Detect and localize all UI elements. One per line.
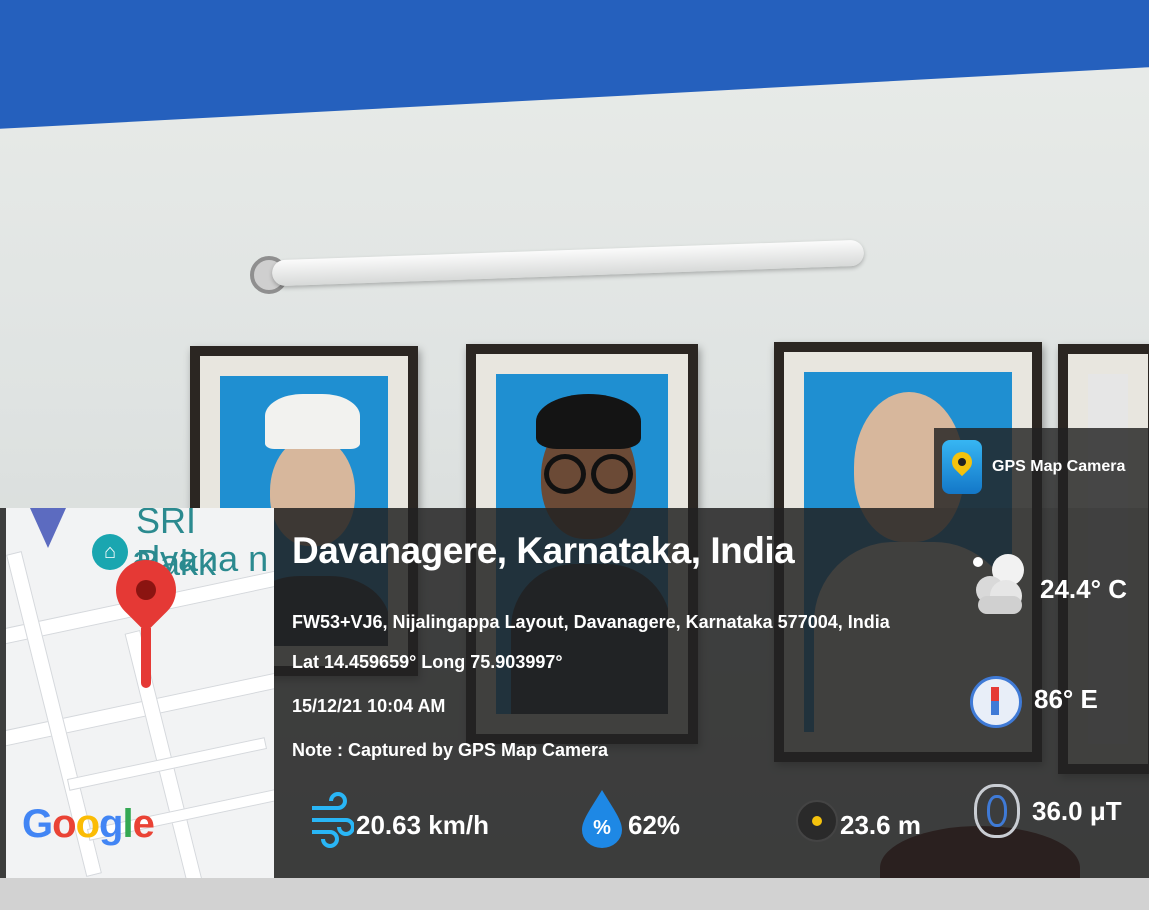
cloud-weather-icon <box>973 554 1024 614</box>
direction-value: 86° E <box>1034 684 1098 714</box>
magnet-field-icon <box>974 784 1020 838</box>
wind-icon <box>312 792 354 848</box>
bottom-edge <box>0 878 1149 910</box>
coordinates-line: Lat 14.459659° Long 75.903997° <box>292 652 563 672</box>
location-pin-tail <box>141 628 151 688</box>
tube-light <box>271 239 865 287</box>
app-branding: GPS Map Camera <box>934 428 1149 508</box>
address-line: FW53+VJ6, Nijalingappa Layout, Davanager… <box>292 612 890 632</box>
blue-ceiling <box>0 0 1149 129</box>
poi-icon: ⌂ <box>92 534 128 570</box>
compass-icon <box>970 676 1022 728</box>
svg-text:%: % <box>593 817 611 839</box>
datetime-line: 15/12/21 10:04 AM <box>292 696 446 716</box>
wind-speed: 20.63 km/h <box>356 810 489 840</box>
humidity-value: 62% <box>628 810 681 840</box>
magnetic-value: 36.0 μT <box>1032 796 1122 826</box>
app-name: GPS Map Camera <box>992 458 1126 475</box>
altitude-value: 23.6 m <box>840 810 921 840</box>
altitude-icon <box>796 800 838 842</box>
map-thumbnail[interactable]: SRI Bakk alyana n ⌂ Google <box>6 508 274 878</box>
temperature-value: 24.4° C <box>1040 574 1128 604</box>
note-line: Note : Captured by GPS Map Camera <box>292 740 609 760</box>
location-title: Davanagere, Karnataka, India <box>292 530 795 571</box>
map-marker-icon <box>30 508 66 548</box>
gps-map-camera-logo-icon <box>942 440 982 494</box>
google-attribution: Google <box>22 802 155 846</box>
humidity-drop-icon: % <box>582 790 622 848</box>
